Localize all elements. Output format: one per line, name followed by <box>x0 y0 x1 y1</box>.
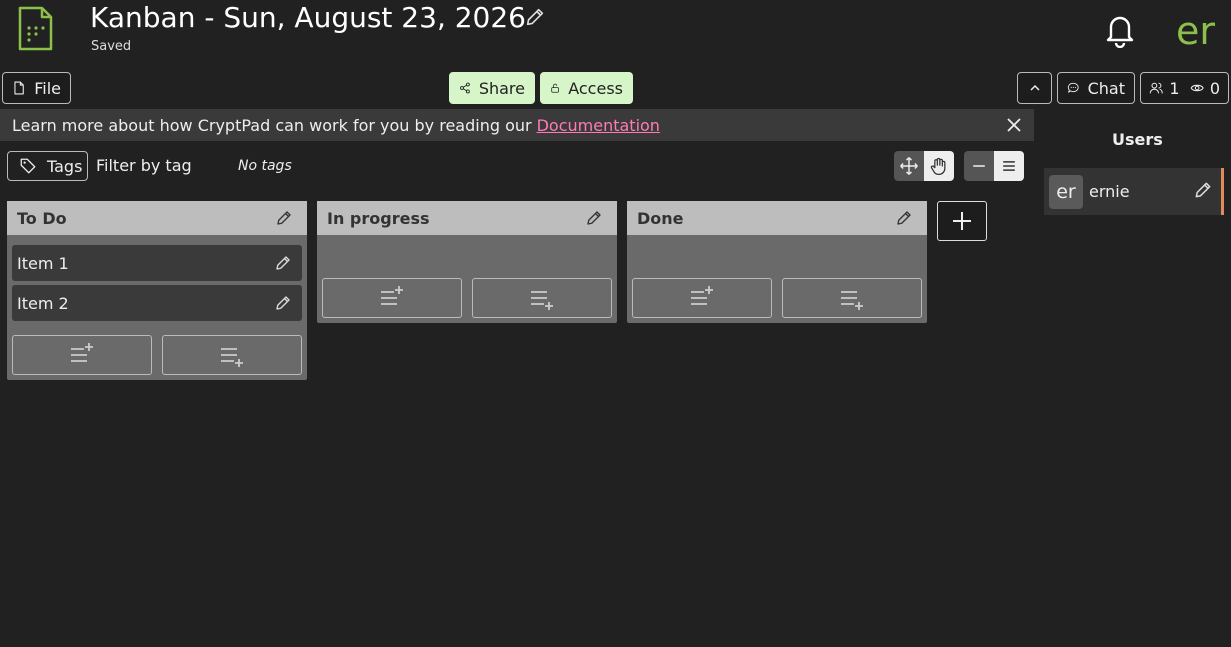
list-add-bottom-icon <box>531 291 553 310</box>
list-add-top-icon <box>71 343 93 362</box>
item-view-toggle <box>964 151 1024 181</box>
filter-by-tag-label: Filter by tag <box>96 156 192 175</box>
kanban-item[interactable]: Item 2 <box>12 285 302 321</box>
add-item-top-button[interactable] <box>322 278 462 318</box>
chat-button-label: Chat <box>1087 78 1125 98</box>
share-icon <box>460 82 470 94</box>
minus-icon <box>973 165 985 167</box>
plus-icon <box>953 212 971 230</box>
compact-view-button[interactable] <box>964 151 994 181</box>
tags-button-label: Tags <box>47 156 83 176</box>
drag-mode-toggle <box>894 151 954 181</box>
eye-icon <box>1190 84 1204 92</box>
viewers-count: 0 <box>1209 78 1220 98</box>
pencil-icon[interactable] <box>895 209 913 227</box>
chat-icon <box>1067 82 1079 93</box>
pencil-icon[interactable] <box>274 294 292 312</box>
collapse-toolbar-button[interactable] <box>1017 72 1052 104</box>
no-tags-text: No tags <box>238 158 292 174</box>
list-add-bottom-icon <box>841 291 863 310</box>
user-name: ernie <box>1089 182 1130 201</box>
add-board-button[interactable] <box>937 201 987 241</box>
save-status: Saved <box>91 39 132 54</box>
board-title: In progress <box>327 208 430 228</box>
file-icon <box>14 81 24 95</box>
item-title: Item 2 <box>17 293 69 313</box>
chevron-up-icon <box>1029 84 1040 91</box>
file-button[interactable]: File <box>2 72 71 104</box>
edit-title-pencil-icon[interactable] <box>524 6 546 28</box>
users-count: 1 <box>1169 78 1180 98</box>
board-in-progress: In progress <box>317 201 617 323</box>
board-to-do: To Do Item 1 Item 2 <box>7 201 307 380</box>
user-avatar[interactable]: er <box>1176 8 1215 54</box>
pencil-icon[interactable] <box>1193 180 1213 200</box>
pencil-icon[interactable] <box>275 209 293 227</box>
pan-mode-button[interactable] <box>924 151 954 181</box>
board-header[interactable]: To Do <box>7 201 307 235</box>
user-list-button[interactable]: 1 0 <box>1140 72 1229 104</box>
close-icon[interactable] <box>1006 117 1022 133</box>
move-mode-button[interactable] <box>894 151 924 181</box>
pencil-icon[interactable] <box>274 254 292 272</box>
board-title: To Do <box>17 208 67 228</box>
pencil-icon[interactable] <box>585 209 603 227</box>
move-arrows-icon <box>900 157 918 175</box>
tags-button[interactable]: Tags <box>7 151 88 181</box>
info-banner: Learn more about how CryptPad can work f… <box>0 109 1034 141</box>
file-button-label: File <box>34 78 61 98</box>
share-button-label: Share <box>478 78 525 98</box>
item-title: Item 1 <box>17 253 69 273</box>
expanded-view-button[interactable] <box>994 151 1024 181</box>
documentation-link[interactable]: Documentation <box>537 116 660 135</box>
share-button[interactable]: Share <box>449 72 535 104</box>
list-lines-icon <box>1003 161 1015 171</box>
bell-icon[interactable] <box>1101 10 1139 48</box>
list-add-top-icon <box>691 286 713 305</box>
access-button-label: Access <box>568 78 623 98</box>
board-done: Done <box>627 201 927 323</box>
chat-button[interactable]: Chat <box>1057 72 1135 104</box>
list-add-top-icon <box>381 286 403 305</box>
tag-icon <box>20 158 36 174</box>
page-title: Kanban - Sun, August 23, 2026 <box>90 1 526 34</box>
info-banner-text: Learn more about how CryptPad can work f… <box>12 115 532 135</box>
access-button[interactable]: Access <box>540 72 633 104</box>
users-icon <box>1149 82 1163 94</box>
unlock-icon <box>551 83 559 93</box>
add-item-top-button[interactable] <box>632 278 772 318</box>
add-item-top-button[interactable] <box>12 335 152 375</box>
hand-icon <box>930 157 946 175</box>
board-header[interactable]: In progress <box>317 201 617 235</box>
add-item-bottom-button[interactable] <box>162 335 302 375</box>
add-item-bottom-button[interactable] <box>782 278 922 318</box>
kanban-file-icon <box>16 6 54 52</box>
user-avatar: er <box>1049 174 1083 209</box>
board-title: Done <box>637 208 684 228</box>
list-add-bottom-icon <box>221 348 243 367</box>
board-header[interactable]: Done <box>627 201 927 235</box>
user-list-item[interactable]: er ernie <box>1044 168 1224 215</box>
add-item-bottom-button[interactable] <box>472 278 612 318</box>
kanban-item[interactable]: Item 1 <box>12 245 302 281</box>
users-panel-title: Users <box>1112 130 1163 149</box>
